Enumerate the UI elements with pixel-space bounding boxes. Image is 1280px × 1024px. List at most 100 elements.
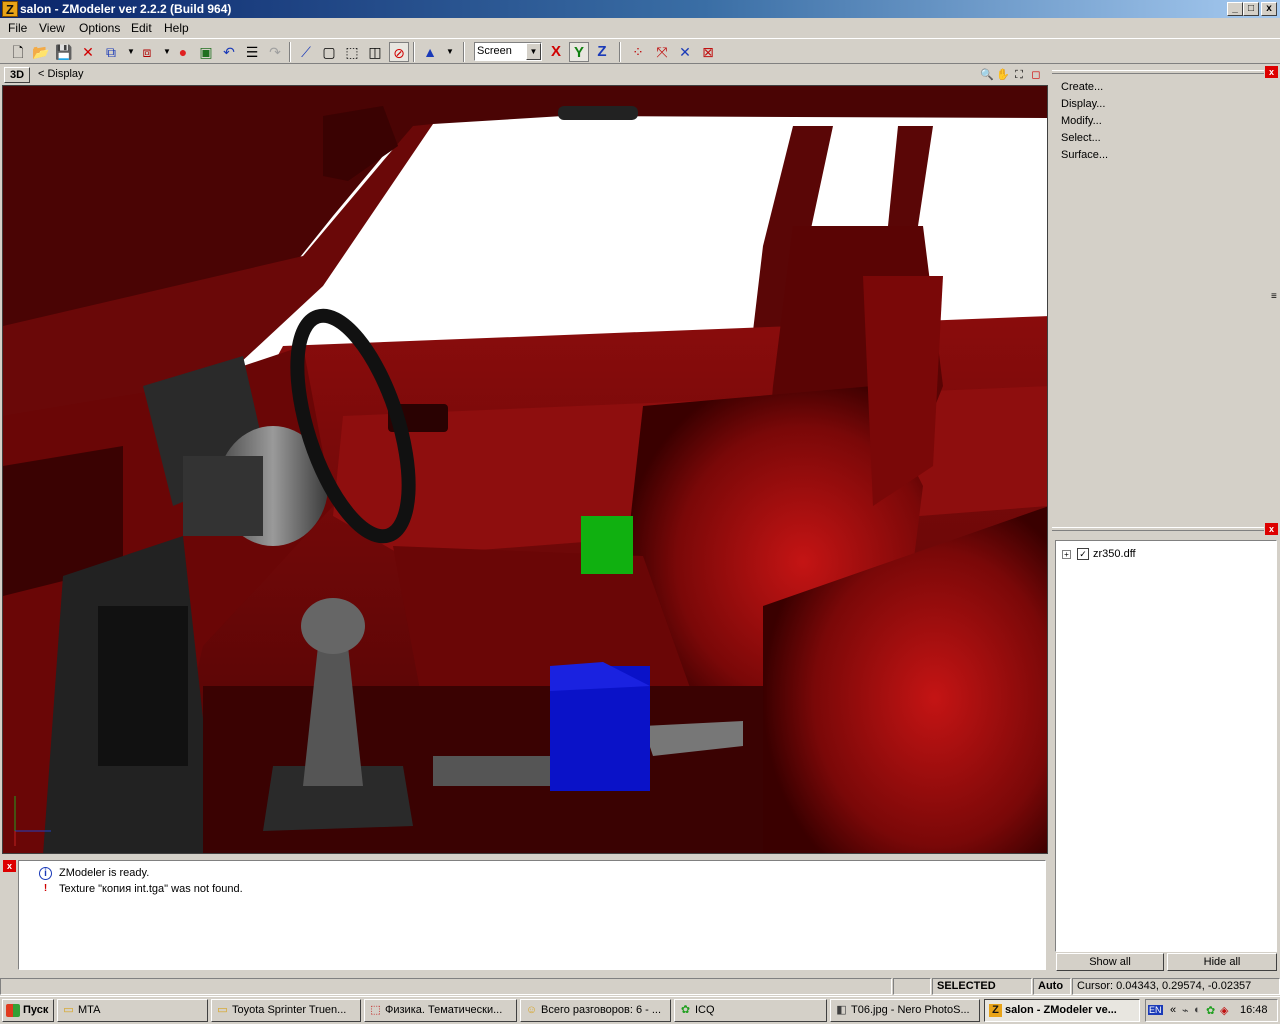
task-icq[interactable]: ✿ ICQ [674,999,827,1022]
notes-icon[interactable]: ☰ [242,42,262,62]
task-label: salon - ZModeler ve... [1005,1004,1117,1016]
tree-item-zr350[interactable]: zr350.dff [1093,548,1136,560]
clock[interactable]: 16:48 [1240,1004,1268,1016]
command-surface[interactable]: Surface... [1061,149,1108,161]
speaker-icon[interactable]: ◐ [1194,1004,1201,1016]
command-create[interactable]: Create... [1061,81,1103,93]
select-vertex-icon[interactable]: ⟋ [296,42,316,62]
task-chat[interactable]: ☺ Всего разговоров: 6 - ... [520,999,671,1022]
import-icon[interactable]: ⧉ [101,42,121,62]
task-label: Toyota Sprinter Truen... [232,1004,347,1016]
green-helper-cube[interactable] [581,516,633,574]
taskbar: Пуск ▭ MTA ▭ Toyota Sprinter Truen... ⬚ … [0,996,1280,1024]
status-message [0,978,892,995]
task-mta[interactable]: ▭ MTA [57,999,208,1022]
pointer-dropdown-icon[interactable]: ▼ [440,42,460,62]
maximize-button[interactable]: □ [1243,2,1259,16]
menu-file[interactable]: File [8,21,27,35]
viewport-header: 3D < Display 🔍 ✋ ⛶ ◻ [0,65,1048,84]
select-face-icon[interactable]: ▢ [319,42,339,62]
show-all-button[interactable]: Show all [1056,953,1164,971]
status-bar: SELECTED MODE Auto Cursor: 0.04343, 0.29… [0,976,1280,1007]
select-all-icon[interactable]: ⊘ [389,42,409,62]
task-physics-pdf[interactable]: ⬚ Физика. Тематически... [364,999,517,1022]
pdf-icon: ⬚ [370,1004,381,1016]
antivirus-icon[interactable]: ◈ [1220,1004,1228,1017]
log-output[interactable]: i ZModeler is ready. ! Texture "копия in… [18,860,1046,970]
fit-view-icon[interactable]: ⛶ [1011,67,1027,83]
undo-icon[interactable]: ↶ [219,42,239,62]
rotate-icon[interactable]: ✕ [675,42,695,62]
panel-grip[interactable] [1052,70,1264,74]
folder-icon: ▭ [63,1004,74,1016]
axis-x-toggle[interactable]: X [546,42,566,62]
open-file-icon[interactable]: 📂 [31,42,51,62]
language-indicator[interactable]: EN [1148,1005,1163,1015]
close-button[interactable]: x [1261,2,1277,16]
tray-expand-icon[interactable]: « [1170,1004,1176,1016]
object-tree-close-icon[interactable]: x [1265,523,1278,535]
visibility-checkbox[interactable]: ✓ [1077,548,1089,560]
viewport-display-label[interactable]: < Display [38,68,84,80]
zoom-icon[interactable]: 🔍 [979,67,995,83]
zmodeler-app-icon[interactable]: Z [2,1,18,17]
panel-resize-grip-icon[interactable]: ≡ [1271,291,1277,302]
icq-tray-icon[interactable]: ✿ [1206,1004,1215,1017]
toolbar-separator [619,42,621,62]
command-select[interactable]: Select... [1061,132,1101,144]
toolbar-separator [413,42,415,62]
zmodeler-icon: Z [989,1004,1002,1017]
axis-y-toggle[interactable]: Y [569,42,589,62]
move-icon[interactable]: ⤧ [652,42,672,62]
command-display[interactable]: Display... [1061,98,1105,110]
windows-logo-icon [6,1004,20,1017]
chevron-down-icon[interactable]: ▼ [526,43,541,60]
object-tree[interactable]: + ✓ zr350.dff [1055,540,1277,952]
folder-icon: ▭ [217,1004,228,1016]
viewport-3d[interactable] [2,85,1048,854]
log-line: Texture "копия int.tga" was not found. [59,883,243,895]
new-file-icon[interactable]: 🗋 [8,42,28,62]
minimize-button[interactable]: _ [1227,2,1243,16]
scale-icon[interactable]: ⊠ [698,42,718,62]
menu-options[interactable]: Options [79,21,120,35]
axis-z-toggle[interactable]: Z [592,42,612,62]
task-zmodeler[interactable]: Z salon - ZModeler ve... [984,999,1140,1022]
menu-view[interactable]: View [39,21,65,35]
record-icon[interactable]: ● [173,42,193,62]
delete-icon[interactable]: ✕ [78,42,98,62]
expand-icon[interactable]: + [1062,550,1071,559]
menu-help[interactable]: Help [164,21,189,35]
viewport-mode-button[interactable]: 3D [4,67,30,83]
command-panel: x Create... Display... Modify... Select.… [1052,66,1280,518]
network-icon[interactable]: ⌁ [1182,1004,1189,1017]
system-tray: EN « ⌁ ◐ ✿ ◈ 16:48 [1145,999,1278,1022]
status-snap[interactable]: Auto [1033,978,1071,995]
start-button[interactable]: Пуск [2,999,54,1022]
render-icon[interactable]: ▣ [196,42,216,62]
command-panel-close-icon[interactable]: x [1265,66,1278,78]
window-title: salon - ZModeler ver 2.2.2 (Build 964) [20,2,232,16]
task-toyota[interactable]: ▭ Toyota Sprinter Truen... [211,999,361,1022]
save-file-icon[interactable]: 💾 [54,42,74,62]
select-cube-icon[interactable]: ◫ [365,42,385,62]
log-close-icon[interactable]: x [3,860,16,872]
log-panel: x i ZModeler is ready. ! Texture "копия … [0,857,1048,972]
pointer-icon[interactable]: ▲ [420,42,440,62]
command-modify[interactable]: Modify... [1061,115,1102,127]
chat-icon: ☺ [525,1004,538,1016]
maximize-viewport-icon[interactable]: ◻ [1028,67,1044,83]
coord-system-select[interactable]: Screen ▼ [474,42,542,61]
select-object-icon[interactable]: ⬚ [342,42,362,62]
hide-all-button[interactable]: Hide all [1167,953,1277,971]
shift-knob [301,598,365,654]
menu-edit[interactable]: Edit [131,21,152,35]
export-icon[interactable]: ⧈ [137,42,157,62]
panel-grip[interactable] [1052,527,1264,531]
grab-handle [558,106,638,120]
task-nero[interactable]: ◧ T06.jpg - Nero PhotoS... [830,999,980,1022]
snap-icon[interactable]: ⁘ [628,42,648,62]
pan-hand-icon[interactable]: ✋ [995,67,1011,83]
task-label: Физика. Тематически... [385,1004,503,1016]
redo-icon[interactable]: ↷ [265,42,285,62]
